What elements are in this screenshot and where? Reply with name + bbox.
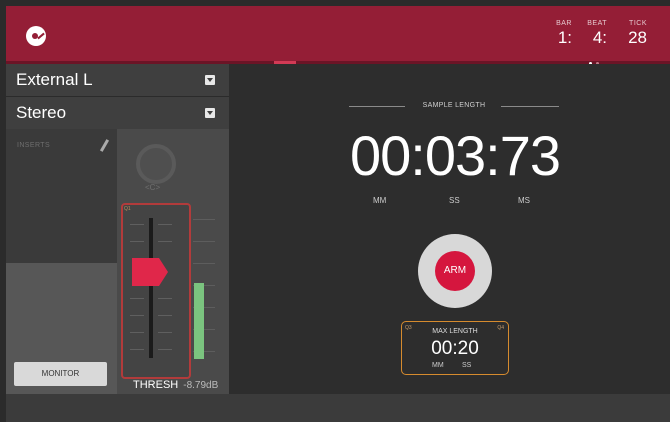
meter-tick xyxy=(193,241,215,242)
fader-track[interactable] xyxy=(149,218,153,358)
threshold-fader-box xyxy=(121,203,191,379)
inserts-label: INSERTS xyxy=(17,142,51,149)
monitor-button[interactable]: MONITOR xyxy=(14,362,107,386)
input-source-select[interactable]: External L xyxy=(6,64,229,97)
sample-length-time: 00:03:73 xyxy=(350,124,561,187)
tick-label: TICK xyxy=(629,20,647,27)
meter-tick xyxy=(193,263,215,264)
fader-tick xyxy=(130,241,144,242)
inserts-panel[interactable]: INSERTS xyxy=(6,129,118,263)
max-length-unit-ss: SS xyxy=(462,362,472,369)
arm-button[interactable]: ARM xyxy=(435,251,475,291)
fader-tick xyxy=(158,315,172,316)
footer-bar xyxy=(6,394,670,422)
fader-tag: Q1 xyxy=(124,206,131,212)
meter-tick xyxy=(193,219,215,220)
fader-tick xyxy=(130,349,144,350)
fader-tick xyxy=(130,332,144,333)
input-source-value: External L xyxy=(16,70,93,89)
sample-length-title: SAMPLE LENGTH xyxy=(422,102,486,109)
fader-tick xyxy=(158,349,172,350)
threshold-value: -8.79dB xyxy=(183,380,219,391)
bar-counter: BAR 1: xyxy=(550,20,572,48)
max-length-title: MAX LENGTH xyxy=(432,328,478,335)
threshold-label: THRESH xyxy=(133,379,179,391)
pencil-icon[interactable] xyxy=(99,139,110,152)
beat-value: 4: xyxy=(592,28,607,47)
fader-tick xyxy=(158,298,172,299)
sample-length-header: SAMPLE LENGTH xyxy=(349,100,559,114)
threshold-readout: THRESH -8.79dB xyxy=(133,379,218,391)
max-length-unit-mm: MM xyxy=(432,362,444,369)
sample-unit-mm: MM xyxy=(373,196,387,205)
fader-tick xyxy=(158,241,172,242)
dropdown-arrow-icon[interactable] xyxy=(205,108,215,118)
fader-tick xyxy=(158,224,172,225)
input-mode-value: Stereo xyxy=(16,103,67,122)
level-meter xyxy=(194,283,204,359)
fader-tick xyxy=(130,315,144,316)
pan-value: <C> xyxy=(145,183,161,192)
sample-unit-ms: MS xyxy=(518,196,530,205)
tick-counter: TICK 28 xyxy=(623,20,647,48)
bar-value: 1: xyxy=(557,28,572,47)
fader-tick xyxy=(130,224,144,225)
tick-value: 28 xyxy=(628,28,647,47)
record-logo-icon[interactable] xyxy=(26,26,46,46)
beat-counter: BEAT 4: xyxy=(583,20,607,48)
fader-tick xyxy=(130,298,144,299)
sample-unit-ss: SS xyxy=(449,196,460,205)
input-mode-select[interactable]: Stereo xyxy=(6,97,229,130)
bar-label: BAR xyxy=(556,20,572,27)
beat-label: BEAT xyxy=(587,20,607,27)
max-length-box[interactable]: Q3 Q4 MAX LENGTH 00:20 MM SS xyxy=(401,321,509,375)
fader-tick xyxy=(158,332,172,333)
dropdown-arrow-icon[interactable] xyxy=(205,75,215,85)
max-length-time: 00:20 xyxy=(431,338,479,359)
pan-knob[interactable] xyxy=(136,144,176,184)
